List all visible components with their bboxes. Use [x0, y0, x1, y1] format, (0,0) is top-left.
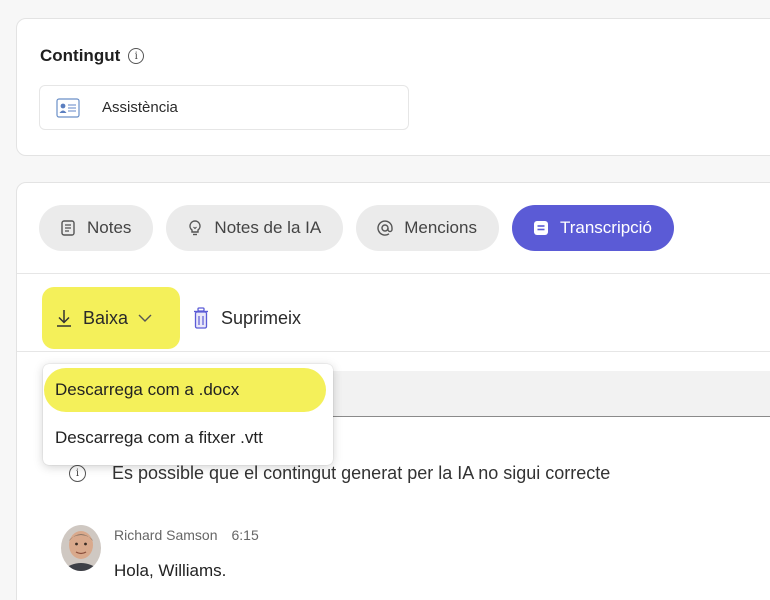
download-label: Baixa: [83, 307, 129, 328]
divider: [17, 273, 770, 274]
content-heading: Contingut i: [40, 46, 145, 66]
attachment-item[interactable]: Assistència: [39, 85, 409, 130]
tab-bar: Notes Notes de la IA Mencions Transcripc…: [39, 205, 674, 251]
divider: [17, 351, 770, 352]
menu-item-label: Descarrega com a .docx: [55, 380, 240, 399]
chevron-down-icon: [138, 314, 152, 322]
ai-disclaimer-text: És possible que el contingut generat per…: [112, 463, 611, 483]
menu-item-vtt[interactable]: Descarrega com a fitxer .vtt: [43, 416, 333, 460]
tab-transcript[interactable]: Transcripció: [511, 205, 674, 251]
content-title: Contingut: [40, 46, 121, 65]
ai-disclaimer: i És possible que el contingut generat p…: [69, 463, 610, 484]
tab-label: Notes: [87, 218, 132, 237]
transcript-search-field[interactable]: [317, 371, 770, 417]
at-icon: [377, 220, 393, 236]
transcript-message: Hola, Williams.: [114, 561, 227, 580]
download-menu: Descarrega com a .docx Descarrega com a …: [43, 364, 333, 465]
timestamp: 6:15: [231, 527, 259, 543]
menu-item-docx[interactable]: Descarrega com a .docx: [43, 368, 333, 412]
notes-icon: [61, 220, 75, 236]
trash-icon: [194, 307, 208, 329]
transcript-icon: [533, 221, 548, 235]
delete-button[interactable]: Suprimeix: [193, 301, 301, 335]
attachment-label: Assistència: [102, 99, 178, 116]
avatar: [61, 525, 101, 571]
menu-item-label: Descarrega com a fitxer .vtt: [55, 428, 263, 447]
info-icon: i: [69, 465, 86, 482]
lightbulb-icon: [189, 220, 202, 236]
tab-ai-notes[interactable]: Notes de la IA: [166, 205, 344, 251]
tab-label: Mencions: [404, 218, 477, 237]
document-card-icon: [56, 97, 80, 118]
tab-label: Notes de la IA: [214, 218, 322, 237]
tab-label: Transcripció: [559, 218, 652, 237]
download-icon: [57, 310, 71, 327]
download-button[interactable]: Baixa: [55, 301, 152, 335]
tab-notes[interactable]: Notes: [39, 205, 154, 251]
speaker-name: Richard Samson: [114, 527, 218, 543]
delete-label: Suprimeix: [221, 307, 302, 328]
content-card: Contingut i Assistència: [16, 18, 770, 156]
avatar-photo: [61, 525, 101, 571]
info-icon[interactable]: i: [128, 48, 145, 64]
speaker-info: Richard Samson 6:15: [114, 527, 259, 543]
tab-mentions[interactable]: Mencions: [356, 205, 499, 251]
